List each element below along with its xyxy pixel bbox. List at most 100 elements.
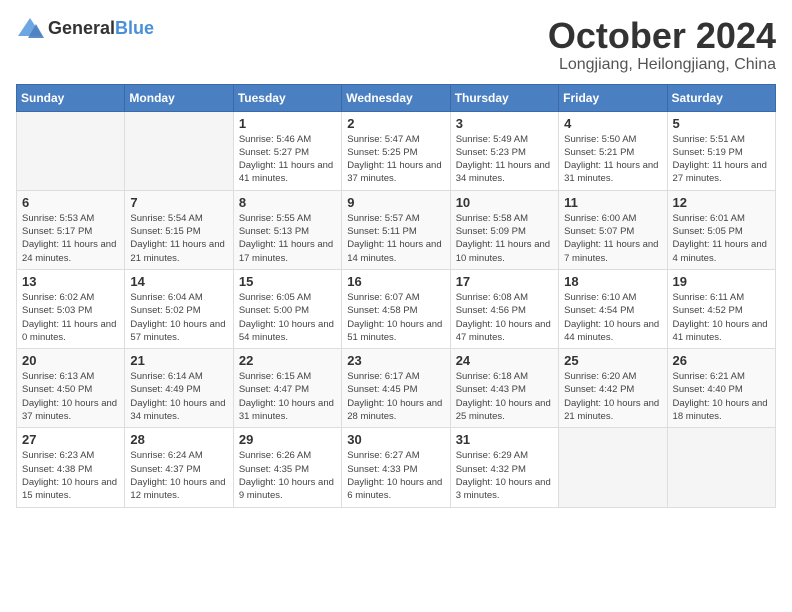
calendar-cell: 17 Sunrise: 6:08 AMSunset: 4:56 PMDayligh… xyxy=(450,269,558,348)
weekday-header: Tuesday xyxy=(233,84,341,111)
calendar-cell: 22 Sunrise: 6:15 AMSunset: 4:47 PMDayligh… xyxy=(233,349,341,428)
day-detail: Sunrise: 6:02 AMSunset: 5:03 PMDaylight:… xyxy=(22,291,119,344)
logo-blue: Blue xyxy=(115,18,154,38)
month-title: October 2024 xyxy=(548,16,776,56)
calendar-cell: 20Sunrise: 6:13 AMSunset: 4:50 PMDayligh… xyxy=(17,349,125,428)
calendar-cell: 30Sunrise: 6:27 AMSunset: 4:33 PMDayligh… xyxy=(342,428,450,507)
calendar-cell: 12 Sunrise: 6:01 AMSunset: 5:05 PMDayligh… xyxy=(667,190,775,269)
calendar-table: SundayMondayTuesdayWednesdayThursdayFrid… xyxy=(16,84,776,508)
calendar-week-row: 27 Sunrise: 6:23 AMSunset: 4:38 PMDayligh… xyxy=(17,428,776,507)
day-detail: Sunrise: 6:20 AMSunset: 4:42 PMDaylight:… xyxy=(564,370,661,423)
day-number: 23 xyxy=(347,353,444,368)
calendar-cell: 5Sunrise: 5:51 AMSunset: 5:19 PMDaylight… xyxy=(667,111,775,190)
location-title: Longjiang, Heilongjiang, China xyxy=(548,56,776,74)
day-number: 19 xyxy=(673,274,770,289)
day-detail: Sunrise: 6:17 AMSunset: 4:45 PMDaylight:… xyxy=(347,370,444,423)
day-detail: Sunrise: 6:10 AMSunset: 4:54 PMDaylight:… xyxy=(564,291,661,344)
day-number: 27 xyxy=(22,432,119,447)
weekday-header: Thursday xyxy=(450,84,558,111)
calendar-cell: 1Sunrise: 5:46 AMSunset: 5:27 PMDaylight… xyxy=(233,111,341,190)
day-number: 17 xyxy=(456,274,553,289)
day-detail: Sunrise: 6:24 AMSunset: 4:37 PMDaylight:… xyxy=(130,449,227,502)
day-number: 22 xyxy=(239,353,336,368)
day-number: 21 xyxy=(130,353,227,368)
calendar-week-row: 1Sunrise: 5:46 AMSunset: 5:27 PMDaylight… xyxy=(17,111,776,190)
day-detail: Sunrise: 5:51 AMSunset: 5:19 PMDaylight:… xyxy=(673,133,770,186)
day-detail: Sunrise: 6:00 AMSunset: 5:07 PMDaylight:… xyxy=(564,212,661,265)
day-detail: Sunrise: 6:01 AMSunset: 5:05 PMDaylight:… xyxy=(673,212,770,265)
calendar-week-row: 13 Sunrise: 6:02 AMSunset: 5:03 PMDayligh… xyxy=(17,269,776,348)
day-number: 25 xyxy=(564,353,661,368)
day-detail: Sunrise: 5:54 AMSunset: 5:15 PMDaylight:… xyxy=(130,212,227,265)
weekday-header: Wednesday xyxy=(342,84,450,111)
calendar-cell: 21 Sunrise: 6:14 AMSunset: 4:49 PMDayligh… xyxy=(125,349,233,428)
day-detail: Sunrise: 5:46 AMSunset: 5:27 PMDaylight:… xyxy=(239,133,336,186)
day-number: 13 xyxy=(22,274,119,289)
day-number: 9 xyxy=(347,195,444,210)
calendar-header-row: SundayMondayTuesdayWednesdayThursdayFrid… xyxy=(17,84,776,111)
day-number: 16 xyxy=(347,274,444,289)
day-number: 24 xyxy=(456,353,553,368)
logo-icon xyxy=(16,16,44,40)
day-number: 31 xyxy=(456,432,553,447)
day-number: 26 xyxy=(673,353,770,368)
day-detail: Sunrise: 6:13 AMSunset: 4:50 PMDaylight:… xyxy=(22,370,119,423)
logo-text: GeneralBlue xyxy=(48,18,154,39)
calendar-cell: 4Sunrise: 5:50 AMSunset: 5:21 PMDaylight… xyxy=(559,111,667,190)
day-detail: Sunrise: 6:15 AMSunset: 4:47 PMDaylight:… xyxy=(239,370,336,423)
day-detail: Sunrise: 6:11 AMSunset: 4:52 PMDaylight:… xyxy=(673,291,770,344)
calendar-cell: 2Sunrise: 5:47 AMSunset: 5:25 PMDaylight… xyxy=(342,111,450,190)
page-header: GeneralBlue October 2024 Longjiang, Heil… xyxy=(16,16,776,74)
day-number: 12 xyxy=(673,195,770,210)
day-detail: Sunrise: 6:08 AMSunset: 4:56 PMDaylight:… xyxy=(456,291,553,344)
day-detail: Sunrise: 6:05 AMSunset: 5:00 PMDaylight:… xyxy=(239,291,336,344)
day-detail: Sunrise: 6:21 AMSunset: 4:40 PMDaylight:… xyxy=(673,370,770,423)
day-detail: Sunrise: 6:07 AMSunset: 4:58 PMDaylight:… xyxy=(347,291,444,344)
weekday-header: Sunday xyxy=(17,84,125,111)
calendar-cell: 15 Sunrise: 6:05 AMSunset: 5:00 PMDayligh… xyxy=(233,269,341,348)
day-number: 10 xyxy=(456,195,553,210)
day-detail: Sunrise: 5:47 AMSunset: 5:25 PMDaylight:… xyxy=(347,133,444,186)
day-number: 14 xyxy=(130,274,227,289)
logo-general: General xyxy=(48,18,115,38)
day-number: 18 xyxy=(564,274,661,289)
calendar-cell: 26 Sunrise: 6:21 AMSunset: 4:40 PMDayligh… xyxy=(667,349,775,428)
calendar-cell: 19 Sunrise: 6:11 AMSunset: 4:52 PMDayligh… xyxy=(667,269,775,348)
calendar-cell xyxy=(667,428,775,507)
day-detail: Sunrise: 6:27 AMSunset: 4:33 PMDaylight:… xyxy=(347,449,444,502)
day-detail: Sunrise: 6:14 AMSunset: 4:49 PMDaylight:… xyxy=(130,370,227,423)
calendar-week-row: 6Sunrise: 5:53 AMSunset: 5:17 PMDaylight… xyxy=(17,190,776,269)
calendar-cell xyxy=(125,111,233,190)
day-detail: Sunrise: 5:50 AMSunset: 5:21 PMDaylight:… xyxy=(564,133,661,186)
calendar-cell: 10 Sunrise: 5:58 AMSunset: 5:09 PMDayligh… xyxy=(450,190,558,269)
day-detail: Sunrise: 5:53 AMSunset: 5:17 PMDaylight:… xyxy=(22,212,119,265)
day-detail: Sunrise: 6:29 AMSunset: 4:32 PMDaylight:… xyxy=(456,449,553,502)
weekday-header: Friday xyxy=(559,84,667,111)
day-detail: Sunrise: 6:23 AMSunset: 4:38 PMDaylight:… xyxy=(22,449,119,502)
day-detail: Sunrise: 6:04 AMSunset: 5:02 PMDaylight:… xyxy=(130,291,227,344)
day-detail: Sunrise: 5:55 AMSunset: 5:13 PMDaylight:… xyxy=(239,212,336,265)
day-number: 15 xyxy=(239,274,336,289)
day-detail: Sunrise: 6:18 AMSunset: 4:43 PMDaylight:… xyxy=(456,370,553,423)
calendar-cell: 23 Sunrise: 6:17 AMSunset: 4:45 PMDayligh… xyxy=(342,349,450,428)
calendar-week-row: 20Sunrise: 6:13 AMSunset: 4:50 PMDayligh… xyxy=(17,349,776,428)
day-number: 28 xyxy=(130,432,227,447)
day-number: 11 xyxy=(564,195,661,210)
day-number: 8 xyxy=(239,195,336,210)
day-number: 29 xyxy=(239,432,336,447)
day-detail: Sunrise: 5:57 AMSunset: 5:11 PMDaylight:… xyxy=(347,212,444,265)
title-block: October 2024 Longjiang, Heilongjiang, Ch… xyxy=(548,16,776,74)
calendar-cell: 28 Sunrise: 6:24 AMSunset: 4:37 PMDayligh… xyxy=(125,428,233,507)
calendar-cell: 16 Sunrise: 6:07 AMSunset: 4:58 PMDayligh… xyxy=(342,269,450,348)
calendar-cell: 24 Sunrise: 6:18 AMSunset: 4:43 PMDayligh… xyxy=(450,349,558,428)
calendar-cell: 25 Sunrise: 6:20 AMSunset: 4:42 PMDayligh… xyxy=(559,349,667,428)
day-detail: Sunrise: 5:49 AMSunset: 5:23 PMDaylight:… xyxy=(456,133,553,186)
calendar-cell: 7Sunrise: 5:54 AMSunset: 5:15 PMDaylight… xyxy=(125,190,233,269)
logo: GeneralBlue xyxy=(16,16,154,40)
calendar-cell xyxy=(559,428,667,507)
day-detail: Sunrise: 5:58 AMSunset: 5:09 PMDaylight:… xyxy=(456,212,553,265)
calendar-cell: 3Sunrise: 5:49 AMSunset: 5:23 PMDaylight… xyxy=(450,111,558,190)
calendar-cell: 14 Sunrise: 6:04 AMSunset: 5:02 PMDayligh… xyxy=(125,269,233,348)
calendar-cell xyxy=(17,111,125,190)
calendar-cell: 6Sunrise: 5:53 AMSunset: 5:17 PMDaylight… xyxy=(17,190,125,269)
